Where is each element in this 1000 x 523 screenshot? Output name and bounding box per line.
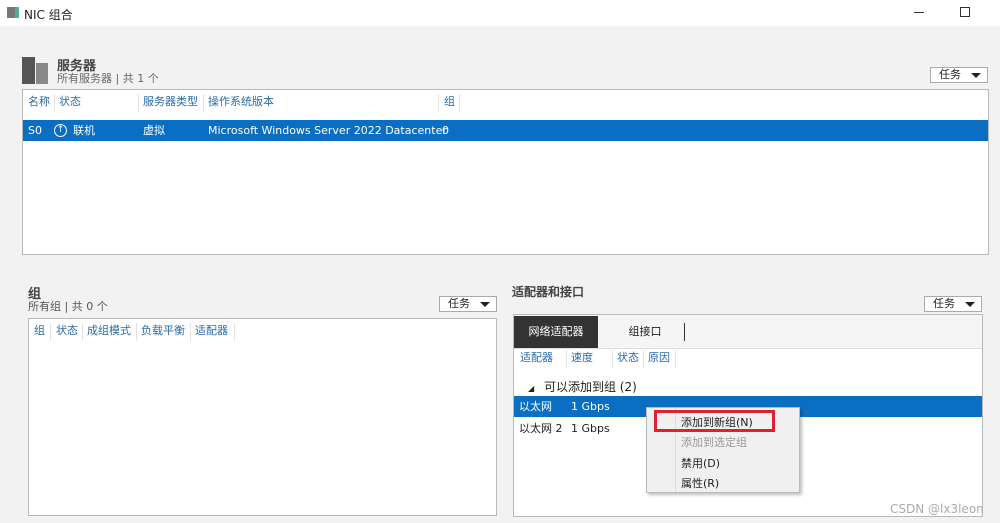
col-status[interactable]: 状态 <box>59 92 81 112</box>
adapters-title: 适配器和接口 <box>512 285 585 299</box>
col-status[interactable]: 状态 <box>617 348 639 368</box>
minimize-button[interactable] <box>914 12 924 13</box>
col-adapter[interactable]: 适配器 <box>520 348 553 368</box>
window-title: NIC 组合 <box>24 8 73 22</box>
server-status: 联机 <box>73 124 95 137</box>
col-os[interactable]: 操作系统版本 <box>208 92 274 112</box>
groups-subtitle: 所有组 | 共 0 个 <box>28 300 108 313</box>
divider <box>684 323 685 341</box>
servers-task-button[interactable]: 任务 <box>930 67 988 83</box>
adapter-name: 以太网 2 <box>519 422 563 435</box>
servers-table: 名称 状态 服务器类型 操作系统版本 组 S0 ↑ 联机 虚拟 Microsof… <box>22 89 989 255</box>
menu-add-to-new-team[interactable]: 添加到新组(N) <box>681 414 753 430</box>
task-label: 任务 <box>448 297 470 310</box>
col-reason[interactable]: 原因 <box>648 348 670 368</box>
menu-properties[interactable]: 属性(R) <box>681 475 719 491</box>
groups-table: 组 状态 成组模式 负载平衡 适配器 <box>28 318 497 516</box>
groups-task-button[interactable]: 任务 <box>439 296 497 312</box>
adapter-name: 以太网 <box>519 400 552 413</box>
servers-icon <box>22 57 48 84</box>
group-heading[interactable]: ◢ 可以添加到组 (2) <box>528 378 637 395</box>
collapse-triangle-icon: ◢ <box>528 384 535 393</box>
adapter-speed: 1 Gbps <box>571 422 610 435</box>
app-icon <box>7 7 19 18</box>
task-label: 任务 <box>939 68 961 81</box>
chevron-down-icon <box>971 73 981 78</box>
table-header: 组 状态 成组模式 负载平衡 适配器 <box>29 321 496 341</box>
adapters-task-button[interactable]: 任务 <box>924 296 982 312</box>
menu-disable[interactable]: 禁用(D) <box>681 455 720 471</box>
server-group: 0 <box>442 124 449 137</box>
watermark: CSDN @lx3leon <box>890 502 984 516</box>
chevron-down-icon <box>480 302 490 307</box>
group-heading-label: 可以添加到组 (2) <box>543 380 637 394</box>
title-bar: NIC 组合 <box>0 0 1000 26</box>
server-os: Microsoft Windows Server 2022 Datacenter <box>208 124 447 137</box>
col-lb[interactable]: 负载平衡 <box>141 321 185 341</box>
tab-network-adapters[interactable]: 网络适配器 <box>514 316 598 348</box>
col-name[interactable]: 名称 <box>28 92 50 112</box>
context-menu: 添加到新组(N) 添加到选定组 禁用(D) 属性(R) <box>646 407 800 493</box>
col-adapter[interactable]: 适配器 <box>195 321 228 341</box>
table-header: 名称 状态 服务器类型 操作系统版本 组 <box>23 92 988 114</box>
adapter-speed: 1 Gbps <box>571 400 610 413</box>
maximize-button[interactable] <box>960 7 970 17</box>
chevron-down-icon <box>965 302 975 307</box>
servers-subtitle: 所有服务器 | 共 1 个 <box>57 72 159 85</box>
server-type: 虚拟 <box>143 124 165 137</box>
table-row[interactable]: S0 ↑ 联机 虚拟 Microsoft Windows Server 2022… <box>23 120 988 141</box>
task-label: 任务 <box>933 297 955 310</box>
col-speed[interactable]: 速度 <box>571 348 593 368</box>
col-group[interactable]: 组 <box>444 92 455 112</box>
menu-add-to-selected-team: 添加到选定组 <box>681 436 747 449</box>
col-group[interactable]: 组 <box>34 321 45 341</box>
tab-team-interfaces[interactable]: 组接口 <box>610 316 680 348</box>
table-header: 适配器 速度 状态 原因 <box>514 348 982 368</box>
col-mode[interactable]: 成组模式 <box>87 321 131 341</box>
online-icon: ↑ <box>54 124 67 137</box>
col-type[interactable]: 服务器类型 <box>143 92 198 112</box>
server-name: S0 <box>28 124 42 137</box>
col-status[interactable]: 状态 <box>56 321 78 341</box>
